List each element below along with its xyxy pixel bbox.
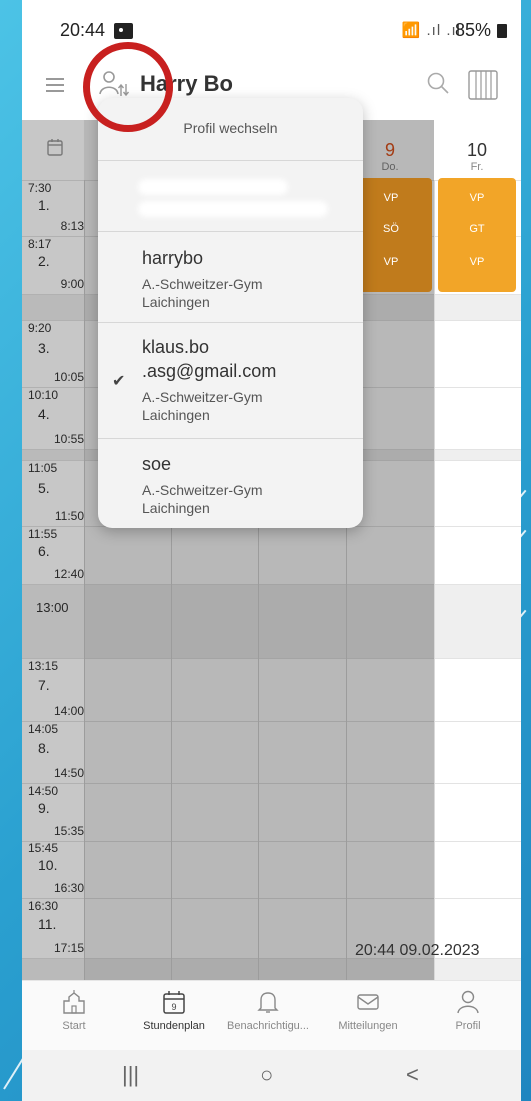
- screenshot-frame: 20:44 📶 .ıl .ıl 85% Harry Bo 9 Do. 10 Fr…: [0, 0, 531, 1101]
- recents-button[interactable]: |||: [122, 1062, 139, 1088]
- profile-switch-menu: Profil wechseln harrybo A.-Schweitzer-Gy…: [98, 98, 363, 528]
- search-icon[interactable]: [427, 72, 449, 94]
- nav-label: Benachrichtigu...: [227, 1020, 309, 1032]
- school-icon: [63, 990, 85, 1014]
- lesson-label: VP: [469, 256, 485, 268]
- system-navigation: ||| ○ <: [22, 1050, 521, 1101]
- calendar-day-number: 9: [171, 1002, 176, 1012]
- signal-icon: 📶 .ıl .ıl: [401, 22, 461, 39]
- battery-level: 85%: [454, 20, 491, 40]
- overlay-scrim[interactable]: [22, 120, 84, 980]
- profile-username: soe: [142, 454, 172, 474]
- redacted-text: [138, 179, 288, 195]
- profile-school: A.-Schweitzer-Gym: [142, 482, 263, 498]
- profile-username: .asg@gmail.com: [142, 361, 277, 381]
- calendar-icon: 9: [163, 991, 185, 1014]
- profile-username: klaus.bo: [142, 337, 210, 357]
- nav-benachrichtigungen[interactable]: Benachrichtigu...: [218, 989, 318, 1032]
- profile-item[interactable]: soe A.-Schweitzer-Gym Laichingen: [98, 439, 363, 528]
- phone-screen: 20:44 📶 .ıl .ıl 85% Harry Bo 9 Do. 10 Fr…: [22, 0, 521, 1101]
- profile-item[interactable]: harrybo A.-Schweitzer-Gym Laichingen: [98, 232, 363, 322]
- status-time: 20:44: [60, 20, 106, 40]
- menu-icon[interactable]: [46, 78, 64, 92]
- envelope-icon: [357, 994, 379, 1010]
- bell-icon: [257, 992, 279, 1013]
- lesson-block-friday[interactable]: VP GT VP: [438, 178, 516, 292]
- gallery-icon: [114, 23, 133, 39]
- profile-school: A.-Schweitzer-Gym: [142, 276, 263, 292]
- day-name: Fr.: [470, 161, 484, 173]
- profile-school: Laichingen: [142, 407, 210, 423]
- week-view-icon[interactable]: [468, 70, 498, 100]
- profile-username: harrybo: [142, 248, 204, 268]
- status-bar: 20:44 📶 .ıl .ıl 85%: [22, 0, 521, 58]
- profile-school: Laichingen: [142, 294, 210, 310]
- nav-start[interactable]: Start: [24, 989, 124, 1032]
- nav-label: Profil: [455, 1020, 481, 1032]
- nav-label: Stundenplan: [143, 1020, 205, 1032]
- profile-item-hidden[interactable]: [98, 161, 363, 231]
- nav-label: Start: [62, 1020, 86, 1032]
- person-icon: [457, 990, 479, 1014]
- nav-stundenplan[interactable]: 9 Stundenplan: [124, 989, 224, 1032]
- nav-label: Mitteilungen: [338, 1020, 398, 1032]
- profile-item-selected[interactable]: ✔ klaus.bo .asg@gmail.com A.-Schweitzer-…: [98, 323, 363, 438]
- column-line: [434, 180, 435, 980]
- highlight-circle: [83, 42, 173, 132]
- profile-school: Laichingen: [142, 500, 210, 516]
- nav-mitteilungen[interactable]: Mitteilungen: [318, 989, 418, 1032]
- battery-icon: [497, 24, 507, 38]
- home-button[interactable]: ○: [260, 1062, 273, 1088]
- lesson-label: VP: [469, 192, 485, 204]
- profile-school: A.-Schweitzer-Gym: [142, 389, 263, 405]
- check-icon: ✔: [112, 373, 126, 390]
- back-button[interactable]: <: [406, 1062, 419, 1088]
- lesson-label: GT: [469, 223, 485, 235]
- day-header-friday[interactable]: 10 Fr.: [434, 140, 520, 173]
- bottom-navigation: Start 9 Stundenplan Benachrichtigu... Mi…: [22, 980, 521, 1051]
- day-number: 10: [466, 140, 488, 160]
- nav-profil[interactable]: Profil: [418, 989, 518, 1032]
- redacted-text: [138, 201, 328, 217]
- last-updated: 20:44 09.02.2023: [355, 942, 480, 959]
